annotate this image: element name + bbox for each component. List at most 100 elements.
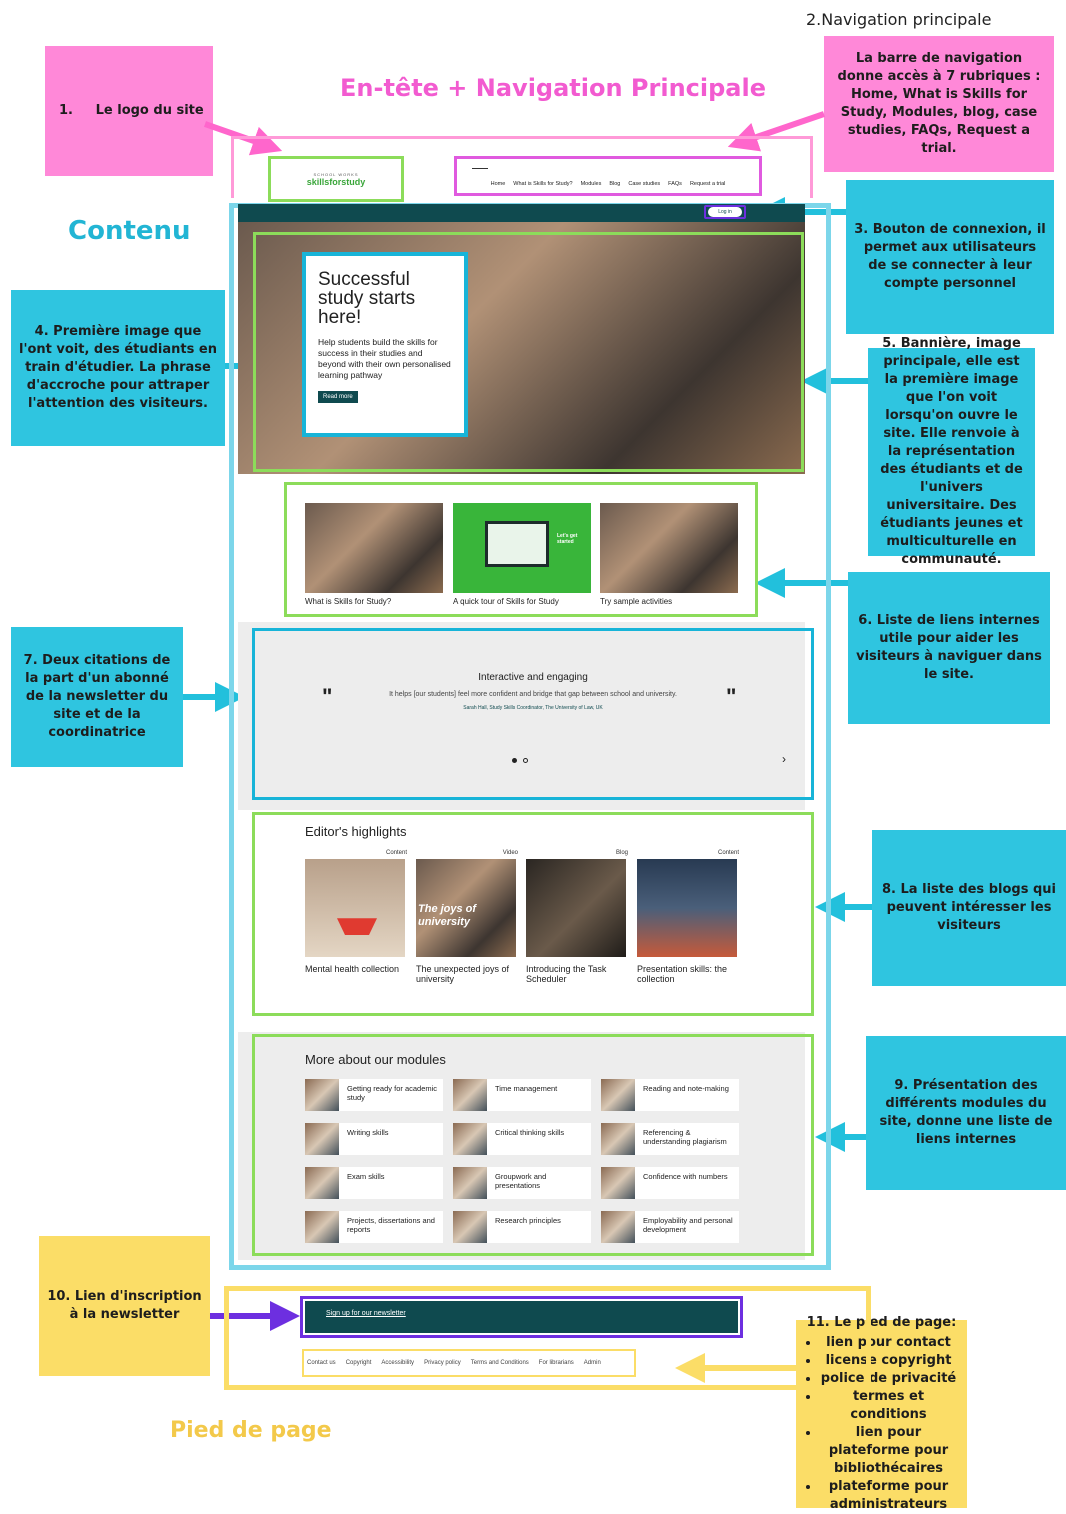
module-card[interactable]: Projects, dissertations and reports (305, 1211, 443, 1243)
nav-item[interactable]: Home (491, 181, 506, 187)
highlight-label: Mental health collection (305, 964, 400, 974)
module-image (453, 1167, 487, 1199)
module-image (305, 1079, 339, 1111)
logo-box: SCHOOL WORKS skillsforstudy (268, 156, 404, 202)
highlight-image: The joys of university (416, 859, 516, 957)
carousel-dot-active[interactable] (512, 758, 517, 763)
module-card[interactable]: Referencing & understanding plagiarism (601, 1123, 739, 1155)
site-logo[interactable]: skillsforstudy (307, 177, 366, 187)
highlight-image (637, 859, 737, 957)
nav-list: Home What is Skills for Study? Modules Blog… (491, 181, 726, 187)
footer-link[interactable]: Admin (584, 1360, 601, 1366)
nav-active-indicator (472, 168, 488, 169)
highlight-type: Blog (615, 850, 628, 856)
nav-item[interactable]: Request a trial (690, 181, 725, 187)
module-image (601, 1211, 635, 1243)
newsletter-link[interactable]: Sign up for our newsletter (326, 1310, 406, 1317)
module-card[interactable]: Getting ready for academic study (305, 1079, 443, 1111)
highlight-card[interactable]: Content Presentation skills: the collect… (637, 850, 739, 984)
module-card[interactable]: Employability and personal development (601, 1211, 739, 1243)
footer-link[interactable]: Contact us (307, 1360, 336, 1366)
nav-item[interactable]: Modules (581, 181, 602, 187)
hero-text: Help students build the skills for succe… (318, 337, 451, 380)
module-label: Time management (495, 1084, 558, 1093)
module-card[interactable]: Writing skills (305, 1123, 443, 1155)
highlight-card[interactable]: Content Mental health collection (305, 850, 407, 974)
footer-links: Contact us Copyright Accessibility Privacy … (307, 1360, 611, 1366)
module-image (601, 1167, 635, 1199)
module-label: Projects, dissertations and reports (347, 1216, 435, 1234)
module-image (453, 1211, 487, 1243)
modules-title: More about our modules (305, 1052, 446, 1067)
carousel-dot[interactable] (523, 758, 528, 763)
module-label: Writing skills (347, 1128, 389, 1137)
quick-link-label: What is Skills for Study? (305, 597, 392, 606)
module-card[interactable]: Confidence with numbers (601, 1167, 739, 1199)
modules-grid: Getting ready for academic study Time man… (305, 1079, 739, 1243)
quick-link-2[interactable]: Let's get started A quick tour of Skills… (453, 503, 591, 606)
paper-boat-icon (337, 918, 377, 935)
quote-frame (252, 628, 814, 800)
newsletter-bar (305, 1301, 738, 1333)
module-label: Employability and personal development (643, 1216, 733, 1234)
quick-link-3[interactable]: Try sample activities (600, 503, 738, 606)
module-image (453, 1079, 487, 1111)
footer-link[interactable]: For librarians (539, 1360, 574, 1366)
highlight-label: Presentation skills: the collection (637, 964, 728, 984)
module-label: Research principles (495, 1216, 561, 1225)
highlights-title: Editor's highlights (305, 824, 407, 839)
module-label: Referencing & understanding plagiarism (643, 1128, 727, 1146)
module-label: Reading and note-making (643, 1084, 729, 1093)
laptop-icon (485, 521, 549, 567)
highlight-label: Introducing the Task Scheduler (526, 964, 607, 984)
module-card[interactable]: Reading and note-making (601, 1079, 739, 1111)
highlight-card[interactable]: Video The joys of university The unexpec… (416, 850, 518, 984)
footer-links-frame: Contact us Copyright Accessibility Privacy … (302, 1349, 636, 1377)
nav-box: Home What is Skills for Study? Modules Blog… (454, 156, 762, 196)
quick-link-image (305, 503, 443, 593)
login-button[interactable]: Log in (708, 207, 742, 217)
footer-link[interactable]: Privacy policy (424, 1360, 461, 1366)
footer-link[interactable]: Terms and Conditions (471, 1360, 529, 1366)
quote-author: Sarah Hall, Study Skills Coordinator, Th… (463, 705, 603, 711)
nav-item[interactable]: FAQs (668, 181, 682, 187)
carousel-next-icon[interactable]: › (782, 752, 786, 766)
footer-link[interactable]: Accessibility (381, 1360, 414, 1366)
module-label: Exam skills (347, 1172, 385, 1181)
module-label: Getting ready for academic study (347, 1084, 438, 1102)
module-card[interactable]: Research principles (453, 1211, 591, 1243)
module-label: Groupwork and presentations (495, 1172, 547, 1190)
module-image (305, 1123, 339, 1155)
highlight-image (305, 859, 405, 957)
module-card[interactable]: Exam skills (305, 1167, 443, 1199)
highlight-type: Content (717, 850, 739, 856)
quick-link-1[interactable]: What is Skills for Study? (305, 503, 443, 606)
footer-link[interactable]: Copyright (346, 1360, 372, 1366)
highlight-image (526, 859, 626, 957)
highlight-label: The unexpected joys of university (416, 964, 510, 984)
module-label: Critical thinking skills (495, 1128, 565, 1137)
quick-link-label: A quick tour of Skills for Study (453, 597, 559, 606)
quick-link-image (600, 503, 738, 593)
nav-item[interactable]: Blog (609, 181, 620, 187)
hero-title: Successful study starts here! (318, 269, 416, 328)
module-label: Confidence with numbers (643, 1172, 728, 1181)
module-image (601, 1079, 635, 1111)
module-card[interactable]: Critical thinking skills (453, 1123, 591, 1155)
module-card[interactable]: Groupwork and presentations (453, 1167, 591, 1199)
video-overlay-text: The joys of university (418, 903, 477, 928)
read-more-button[interactable]: Read more (318, 391, 358, 403)
quick-badge: Let's get started (557, 533, 578, 545)
module-image (453, 1123, 487, 1155)
nav-item[interactable]: What is Skills for Study? (513, 181, 572, 187)
nav-item[interactable]: Case studies (628, 181, 660, 187)
tour-image: Let's get started (453, 503, 591, 593)
highlight-type: Content (385, 850, 407, 856)
quick-link-label: Try sample activities (600, 597, 673, 606)
module-image (305, 1167, 339, 1199)
module-card[interactable]: Time management (453, 1079, 591, 1111)
module-image (601, 1123, 635, 1155)
quote-heading: Interactive and engaging (478, 672, 588, 683)
module-image (305, 1211, 339, 1243)
highlight-card[interactable]: Blog Introducing the Task Scheduler (526, 850, 628, 984)
